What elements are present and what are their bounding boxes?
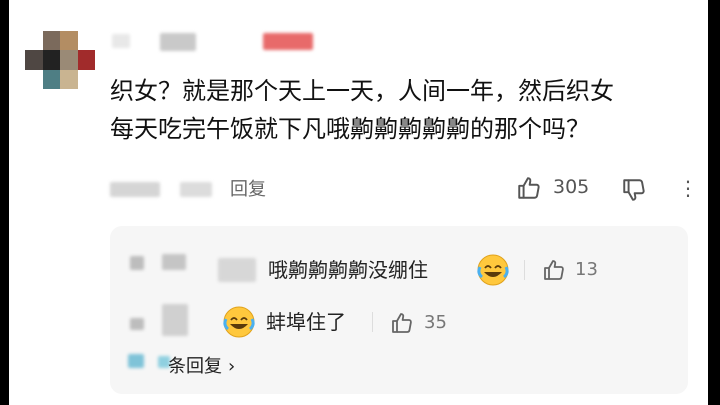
username-blurred [112, 34, 130, 48]
comment-text: 织女？就是那个天上一天，人间一年，然后织女 每天吃完午饭就下凡哦齁齁齁齁齁的那个… [110, 72, 690, 148]
reply-like-count: 35 [424, 312, 447, 333]
reply-avatar-blurred [130, 318, 144, 330]
video-frame-border-left [0, 0, 9, 405]
avatar[interactable] [25, 31, 95, 89]
comment-line: 织女？就是那个天上一天，人间一年，然后织女 [110, 77, 614, 105]
reply-count-blurred [128, 354, 144, 368]
more-options-icon[interactable]: ⋮ [678, 175, 698, 201]
reply-like-count: 13 [575, 259, 598, 280]
comment-meta-bar: 回复 305 ⋮ [110, 175, 700, 201]
reply-text: 蚌埠住了 [266, 310, 346, 334]
comment-line: 每天吃完午饭就下凡哦齁齁齁齁齁的那个吗？ [110, 115, 590, 143]
reply-avatar-blurred [130, 256, 144, 270]
timestamp-blurred [110, 182, 160, 197]
reply-text: 哦齁齁齁齁没绷住 [268, 258, 428, 282]
reply-button[interactable]: 回复 [230, 175, 266, 201]
user-badge-blurred [263, 33, 313, 50]
thumbs-up-icon[interactable] [390, 311, 414, 335]
view-more-replies-link[interactable]: 条回复 › [168, 354, 235, 380]
location-blurred [180, 182, 212, 197]
username-blurred [160, 33, 196, 51]
thumbs-up-icon[interactable] [516, 175, 542, 201]
thumbs-down-icon[interactable] [621, 177, 647, 203]
reply-username-blurred [218, 258, 256, 282]
chevron-right-icon: › [228, 356, 236, 377]
laughing-crying-emoji-icon [477, 254, 509, 286]
reply-item: 哦齁齁齁齁没绷住 13 [110, 250, 688, 290]
reply-item: 蚌埠住了 35 [110, 302, 688, 342]
reply-avatar-blurred [162, 304, 188, 336]
replies-panel: 哦齁齁齁齁没绷住 13 蚌埠住了 35 条回复 › [110, 226, 688, 394]
like-count: 305 [553, 176, 590, 198]
thumbs-up-icon[interactable] [542, 258, 566, 282]
video-frame-border-right [708, 0, 720, 405]
laughing-crying-emoji-icon [223, 306, 255, 338]
reply-avatar-blurred [162, 254, 186, 270]
divider [524, 260, 525, 280]
more-replies-label: 条回复 [168, 356, 222, 377]
divider [372, 312, 373, 332]
